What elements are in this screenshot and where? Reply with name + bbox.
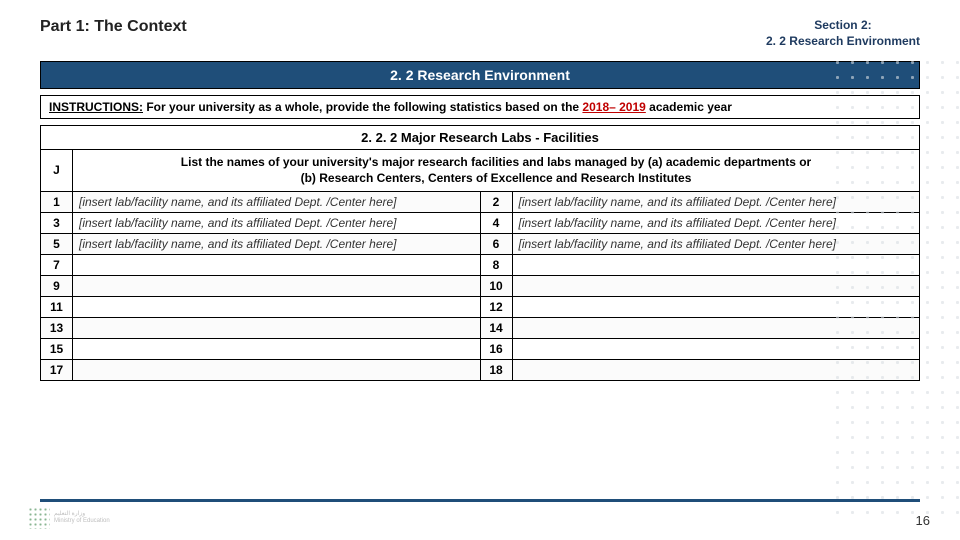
row-val-left [73,275,481,296]
instructions-year: 2018– 2019 [582,100,645,114]
header: Part 1: The Context Section 2: 2. 2 Rese… [0,0,960,57]
instructions-before: For your university as a whole, provide … [143,100,582,114]
row-num-right: 12 [480,296,512,317]
row-num-right: 18 [480,359,512,380]
row-num-right: 8 [480,254,512,275]
footer-logo: وزارة التعليمMinistry of Education [28,504,138,532]
row-num-right: 14 [480,317,512,338]
instructions-lead: INSTRUCTIONS: [49,100,143,114]
row-val-left [73,317,481,338]
row-val-right [512,338,920,359]
section-line1: Section 2: [766,18,920,34]
section-line2: 2. 2 Research Environment [766,34,920,50]
row-val-right: [insert lab/facility name, and its affil… [512,233,920,254]
row-num-right: 2 [480,191,512,212]
row-num-left: 11 [41,296,73,317]
row-num-right: 10 [480,275,512,296]
row-val-right [512,317,920,338]
subsection-bar: 2. 2. 2 Major Research Labs - Facilities [40,125,920,149]
part-title: Part 1: The Context [40,18,187,36]
table-row: 11 12 [41,296,920,317]
table-row: 78 [41,254,920,275]
row-num-left: 15 [41,338,73,359]
row-val-left: [insert lab/facility name, and its affil… [73,212,481,233]
row-val-right [512,275,920,296]
row-val-left [73,254,481,275]
instructions-after: academic year [646,100,732,114]
logo-icon [28,507,50,529]
row-val-right [512,359,920,380]
row-num-left: 17 [41,359,73,380]
table-desc: List the names of your university's majo… [73,150,920,191]
table-row: 9 10 [41,275,920,296]
desc-line1: List the names of your university's majo… [83,154,909,170]
row-val-left [73,359,481,380]
table-row: 1718 [41,359,920,380]
row-num-left: 13 [41,317,73,338]
row-num-right: 4 [480,212,512,233]
logo-text: وزارة التعليمMinistry of Education [54,511,110,524]
row-num-right: 16 [480,338,512,359]
facilities-table: J List the names of your university's ma… [40,149,920,380]
row-val-right [512,254,920,275]
row-val-right: [insert lab/facility name, and its affil… [512,212,920,233]
row-num-right: 6 [480,233,512,254]
instructions-box: INSTRUCTIONS: For your university as a w… [40,95,920,119]
table-row: 5[insert lab/facility name, and its affi… [41,233,920,254]
col-j: J [41,150,73,191]
page-number: 16 [916,513,930,528]
row-num-left: 1 [41,191,73,212]
row-val-right [512,296,920,317]
table-row: 1516 [41,338,920,359]
row-val-left [73,338,481,359]
row-val-right: [insert lab/facility name, and its affil… [512,191,920,212]
desc-line2: (b) Research Centers, Centers of Excelle… [83,170,909,186]
table-row: 3[insert lab/facility name, and its affi… [41,212,920,233]
row-num-left: 7 [41,254,73,275]
row-num-left: 5 [41,233,73,254]
table-row: 1[insert lab/facility name, and its affi… [41,191,920,212]
row-val-left [73,296,481,317]
footer-rule [40,499,920,502]
row-num-left: 3 [41,212,73,233]
row-num-left: 9 [41,275,73,296]
table-row: 13 14 [41,317,920,338]
row-val-left: [insert lab/facility name, and its affil… [73,191,481,212]
section-bar: 2. 2 Research Environment [40,61,920,89]
section-box: Section 2: 2. 2 Research Environment [766,18,920,49]
row-val-left: [insert lab/facility name, and its affil… [73,233,481,254]
